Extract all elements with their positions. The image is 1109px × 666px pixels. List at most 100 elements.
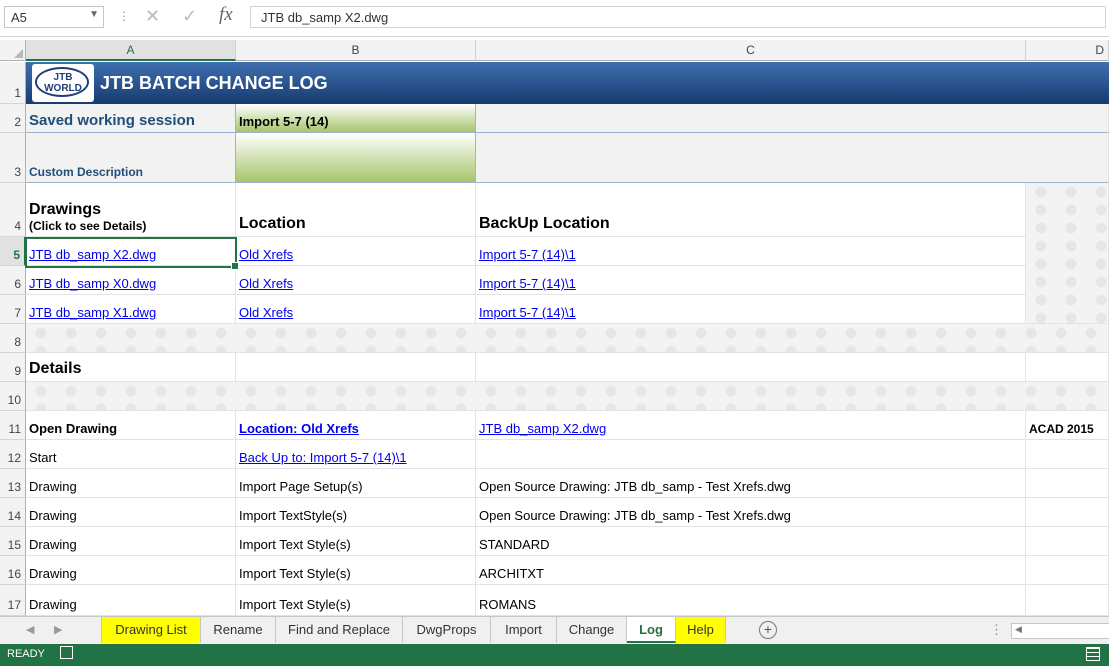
detail-extra[interactable] [1026, 498, 1109, 527]
cell-b9[interactable] [236, 353, 476, 382]
detail-action[interactable]: Drawing [26, 556, 236, 585]
custom-description-value[interactable] [236, 133, 476, 183]
backup-location-header[interactable]: BackUp Location [476, 183, 1026, 237]
cancel-icon[interactable]: ✕ [145, 6, 160, 27]
tab-rename[interactable]: Rename [201, 617, 276, 643]
row-header-6[interactable]: 6 [0, 266, 26, 295]
detail-action[interactable]: Drawing [26, 498, 236, 527]
row-header-11[interactable]: 11 [0, 411, 26, 440]
location-link-text[interactable]: Old Xrefs [239, 276, 293, 291]
row-header-8[interactable]: 8 [0, 324, 26, 353]
detail-operation[interactable]: Import Text Style(s) [236, 556, 476, 585]
row-header-14[interactable]: 14 [0, 498, 26, 527]
location-header[interactable]: Location [236, 183, 476, 237]
detail-backup-link-text[interactable]: Back Up to: Import 5-7 (14)\1 [239, 450, 407, 465]
cell-c3[interactable] [476, 133, 1109, 183]
row-header-2[interactable]: 2 [0, 104, 26, 133]
column-header-a[interactable]: A [26, 40, 236, 61]
enter-icon[interactable]: ✓ [182, 6, 197, 27]
row-header-4[interactable]: 4 [0, 183, 26, 237]
normal-view-icon[interactable] [1086, 647, 1100, 661]
drawing-link[interactable]: JTB db_samp X1.dwg [26, 295, 236, 324]
location-link-text[interactable]: Old Xrefs [239, 305, 293, 320]
detail-info[interactable] [476, 440, 1026, 469]
name-box[interactable]: A5 ▼ [4, 6, 104, 28]
drawing-link[interactable]: JTB db_samp X0.dwg [26, 266, 236, 295]
tab-import[interactable]: Import [491, 617, 557, 643]
row-header-13[interactable]: 13 [0, 469, 26, 498]
drawings-header-cell[interactable]: Drawings (Click to see Details) [26, 183, 236, 237]
detail-extra[interactable] [1026, 585, 1109, 616]
select-all-button[interactable] [0, 40, 26, 61]
detail-version[interactable]: ACAD 2015 [1026, 411, 1109, 440]
location-link[interactable]: Old Xrefs [236, 295, 476, 324]
location-link-text[interactable]: Old Xrefs [239, 247, 293, 262]
row-header-9[interactable]: 9 [0, 353, 26, 382]
cell-c9[interactable] [476, 353, 1026, 382]
detail-operation[interactable]: Import Page Setup(s) [236, 469, 476, 498]
detail-drawing-link[interactable]: JTB db_samp X2.dwg [476, 411, 1026, 440]
row-header-17[interactable]: 17 [0, 585, 26, 616]
tab-change[interactable]: Change [557, 617, 627, 643]
detail-action[interactable]: Drawing [26, 585, 236, 616]
location-link[interactable]: Old Xrefs [236, 237, 476, 266]
row-header-10[interactable]: 10 [0, 382, 26, 411]
drawing-link-text[interactable]: JTB db_samp X0.dwg [29, 276, 156, 291]
row-header-12[interactable]: 12 [0, 440, 26, 469]
detail-operation[interactable]: Import Text Style(s) [236, 585, 476, 616]
backup-link-text[interactable]: Import 5-7 (14)\1 [479, 276, 576, 291]
detail-action[interactable]: Open Drawing [26, 411, 236, 440]
detail-info[interactable]: Open Source Drawing: JTB db_samp - Test … [476, 498, 1026, 527]
row-header-1[interactable]: 1 [0, 62, 26, 104]
column-header-b[interactable]: B [236, 40, 476, 61]
detail-location-link[interactable]: Location: Old Xrefs [236, 411, 476, 440]
backup-link[interactable]: Import 5-7 (14)\1 [476, 237, 1026, 266]
tab-drawing-list[interactable]: Drawing List [101, 617, 201, 643]
detail-action[interactable]: Drawing [26, 527, 236, 556]
details-header[interactable]: Details [26, 353, 236, 382]
tab-find-and-replace[interactable]: Find and Replace [276, 617, 403, 643]
row-header-3[interactable]: 3 [0, 133, 26, 183]
row-header-7[interactable]: 7 [0, 295, 26, 324]
detail-operation[interactable]: Import Text Style(s) [236, 527, 476, 556]
backup-link-text[interactable]: Import 5-7 (14)\1 [479, 247, 576, 262]
insert-function-icon[interactable]: fx [219, 4, 233, 26]
cell-d9[interactable] [1026, 353, 1109, 382]
detail-info[interactable]: ARCHITXT [476, 556, 1026, 585]
backup-link[interactable]: Import 5-7 (14)\1 [476, 266, 1026, 295]
detail-backup-link[interactable]: Back Up to: Import 5-7 (14)\1 [236, 440, 476, 469]
detail-operation[interactable]: Import TextStyle(s) [236, 498, 476, 527]
cell-c2[interactable] [476, 104, 1109, 133]
more-tabs-icon[interactable]: ⋮ [990, 622, 1003, 638]
add-sheet-icon[interactable]: + [759, 621, 777, 639]
detail-action[interactable]: Drawing [26, 469, 236, 498]
macro-record-icon[interactable] [60, 646, 73, 659]
prev-sheet-icon[interactable]: ◀ [26, 623, 34, 636]
tab-help[interactable]: Help [676, 617, 726, 643]
column-header-d[interactable]: D [1026, 40, 1109, 61]
drawing-link-text[interactable]: JTB db_samp X1.dwg [29, 305, 156, 320]
detail-extra[interactable] [1026, 469, 1109, 498]
backup-link[interactable]: Import 5-7 (14)\1 [476, 295, 1026, 324]
detail-info[interactable]: STANDARD [476, 527, 1026, 556]
column-header-c[interactable]: C [476, 40, 1026, 61]
tab-log[interactable]: Log [627, 617, 676, 643]
formula-input[interactable]: JTB db_samp X2.dwg [250, 6, 1106, 28]
tab-dwgprops[interactable]: DwgProps [403, 617, 491, 643]
location-link[interactable]: Old Xrefs [236, 266, 476, 295]
next-sheet-icon[interactable]: ▶ [54, 623, 62, 636]
detail-location-link-text[interactable]: Location: Old Xrefs [239, 421, 359, 436]
horizontal-scrollbar[interactable]: ◀ [1011, 623, 1109, 639]
row-header-16[interactable]: 16 [0, 556, 26, 585]
detail-drawing-link-text[interactable]: JTB db_samp X2.dwg [479, 421, 606, 436]
saved-session-value[interactable]: Import 5-7 (14) [236, 104, 476, 133]
custom-description-label[interactable]: Custom Description [26, 133, 236, 183]
detail-extra[interactable] [1026, 527, 1109, 556]
detail-extra[interactable] [1026, 440, 1109, 469]
row-header-15[interactable]: 15 [0, 527, 26, 556]
scroll-left-icon[interactable]: ◀ [1015, 624, 1022, 635]
detail-action[interactable]: Start [26, 440, 236, 469]
detail-info[interactable]: ROMANS [476, 585, 1026, 616]
chevron-down-icon[interactable]: ▼ [89, 9, 99, 20]
detail-extra[interactable] [1026, 556, 1109, 585]
